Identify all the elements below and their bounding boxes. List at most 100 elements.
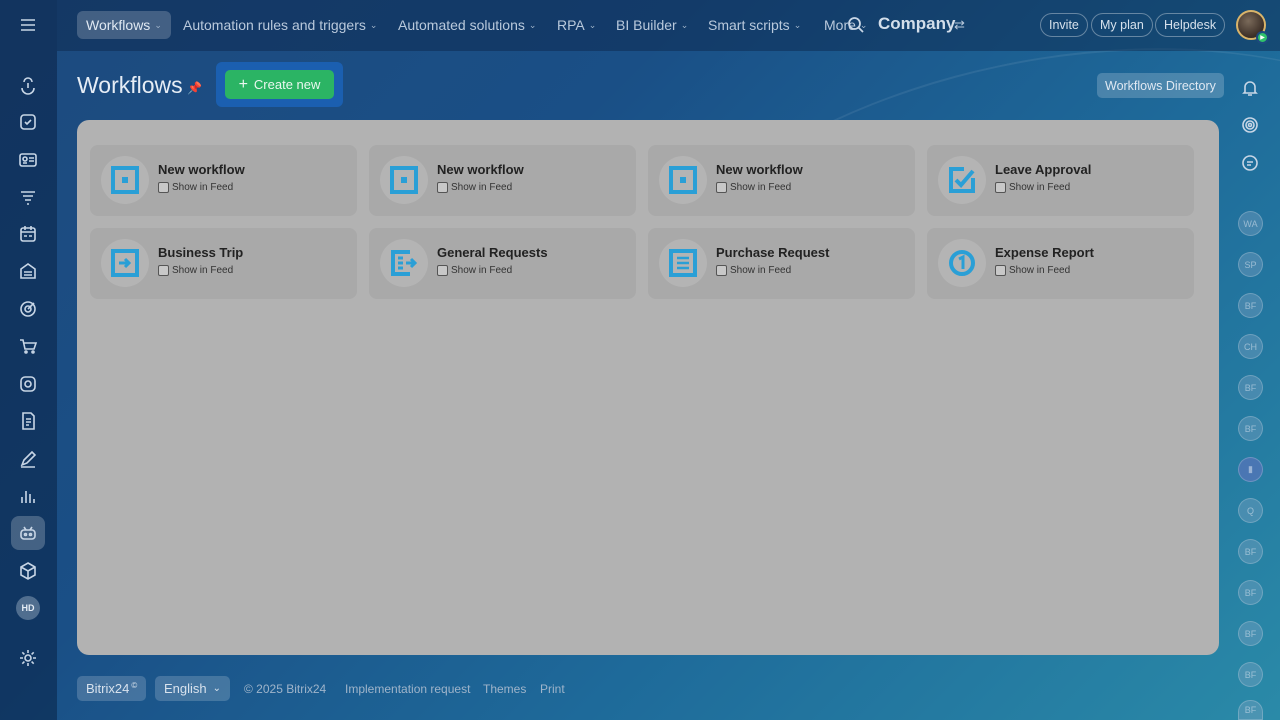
workflow-card[interactable]: Leave Approval Show in Feed [927,145,1194,216]
chat-avatar[interactable]: WA [1238,211,1263,236]
chat-avatar[interactable]: BF [1238,293,1263,318]
card-title: Expense Report [995,245,1094,260]
nav-more[interactable]: More ⌄ [815,11,876,39]
chevron-down-icon: ⌄ [680,19,689,30]
chat-avatar[interactable]: SP [1238,252,1263,277]
show-in-feed-checkbox[interactable] [995,182,1006,193]
nav-label: Automation rules and triggers [183,17,366,33]
card-title: General Requests [437,245,548,260]
show-in-feed-checkbox[interactable] [716,182,727,193]
copyright-text: © 2025 Bitrix24 [244,682,327,696]
square-icon [380,156,428,204]
card-title: Business Trip [158,245,244,260]
chat-icon[interactable] [1237,150,1263,176]
sidebar-hd-avatar[interactable]: HD [11,591,45,625]
page-title: Workflows [77,72,183,98]
sidebar-automation-icon[interactable] [11,516,45,550]
chat-avatar[interactable]: BF [1238,662,1263,687]
workflows-directory-button[interactable]: Workflows Directory [1097,73,1224,98]
workflow-card[interactable]: New workflow Show in Feed [648,145,915,216]
nav-rpa[interactable]: RPA ⌄ [548,11,605,39]
show-in-feed-checkbox[interactable] [716,265,727,276]
hamburger-icon[interactable] [11,8,45,42]
copilot-icon[interactable] [1237,112,1263,138]
create-new-button[interactable]: + Create new [225,70,334,99]
sidebar-filter-icon[interactable] [11,180,45,214]
print-link[interactable]: Print [540,682,565,696]
chevron-down-icon: ⌄ [154,19,162,30]
plus-icon: + [238,75,248,93]
invite-button[interactable]: Invite [1040,13,1088,37]
chat-avatar[interactable]: Q [1238,498,1263,523]
chat-avatar[interactable]: BF [1238,416,1263,441]
workflow-card[interactable]: Expense Report Show in Feed [927,228,1194,299]
sidebar-market-icon[interactable] [11,554,45,588]
workflow-card[interactable]: Purchase Request Show in Feed [648,228,915,299]
document-icon [659,239,707,287]
square-icon [659,156,707,204]
sidebar-docs-icon[interactable] [11,404,45,438]
chevron-down-icon: ⌄ [369,19,378,30]
checkbox-label: Show in Feed [1009,265,1071,276]
sidebar-calendar-icon[interactable] [11,217,45,251]
sidebar-cart-icon[interactable] [11,329,45,363]
checkbox-label: Show in Feed [730,182,792,193]
chat-avatar[interactable]: CH [1238,334,1263,359]
nav-label: Workflows [86,17,151,33]
themes-link[interactable]: Themes [483,682,526,696]
sidebar-settings-icon[interactable] [11,641,45,675]
chat-avatar[interactable]: BF [1238,621,1263,646]
sidebar-crm-icon[interactable] [11,143,45,177]
show-in-feed-checkbox[interactable] [437,182,448,193]
nav-label: BI Builder [616,17,677,33]
chat-avatar-doc-icon[interactable]: ▮ [1238,457,1263,482]
chat-avatar[interactable]: BF [1238,580,1263,605]
chevron-down-icon: ⌄ [212,683,222,694]
sidebar-target-icon[interactable] [11,292,45,326]
chevron-down-icon: ⌄ [793,19,802,30]
workflow-card[interactable]: New workflow Show in Feed [369,145,636,216]
helpdesk-button[interactable]: Helpdesk [1155,13,1226,37]
bitrix24-button[interactable]: Bitrix24 © [77,676,147,701]
workflow-card[interactable]: Business Trip Show in Feed [90,228,357,299]
card-title: New workflow [437,162,524,177]
chevron-down-icon: ⌄ [528,19,537,30]
sidebar-sign-icon[interactable] [11,442,45,476]
workflow-card[interactable]: New workflow Show in Feed [90,145,357,216]
number-one-icon [938,239,986,287]
chat-avatar[interactable]: BF [1238,539,1263,564]
sidebar-feed-icon[interactable] [11,68,45,102]
nav-automation-rules[interactable]: Automation rules and triggers ⌄ [174,11,386,39]
show-in-feed-checkbox[interactable] [158,265,169,276]
implementation-request-link[interactable]: Implementation request [345,682,470,696]
brand-label: Bitrix24 [86,681,130,696]
switch-icon[interactable]: ⇄ [954,17,965,33]
sidebar-contact-center-icon[interactable] [11,367,45,401]
nav-smart-scripts[interactable]: Smart scripts ⌄ [699,11,810,39]
checkbox-label: Show in Feed [451,265,513,276]
sidebar-tasks-icon[interactable] [11,105,45,139]
my-plan-button[interactable]: My plan [1091,13,1153,37]
show-in-feed-checkbox[interactable] [158,182,169,193]
company-name[interactable]: Company [878,14,955,34]
show-in-feed-checkbox[interactable] [995,265,1006,276]
pin-icon[interactable]: 📌 [187,81,202,95]
language-label: English [164,681,207,696]
chat-avatar[interactable]: BF [1238,700,1263,720]
bell-icon[interactable] [1237,75,1263,101]
nav-workflows[interactable]: Workflows ⌄ [77,11,171,39]
nav-automated-solutions[interactable]: Automated solutions ⌄ [389,11,545,39]
arrow-box-icon [101,239,149,287]
approval-icon [938,156,986,204]
checkbox-label: Show in Feed [1009,182,1071,193]
chat-avatar[interactable]: BF [1238,375,1263,400]
nav-label: Automated solutions [398,17,525,33]
show-in-feed-checkbox[interactable] [437,265,448,276]
language-select[interactable]: English ⌄ [155,676,231,701]
sidebar-store-icon[interactable] [11,254,45,288]
nav-bi-builder[interactable]: BI Builder ⌄ [607,11,697,39]
sidebar-analytics-icon[interactable] [11,479,45,513]
search-icon[interactable] [847,16,865,34]
checkbox-label: Show in Feed [730,265,792,276]
workflow-card[interactable]: General Requests Show in Feed [369,228,636,299]
